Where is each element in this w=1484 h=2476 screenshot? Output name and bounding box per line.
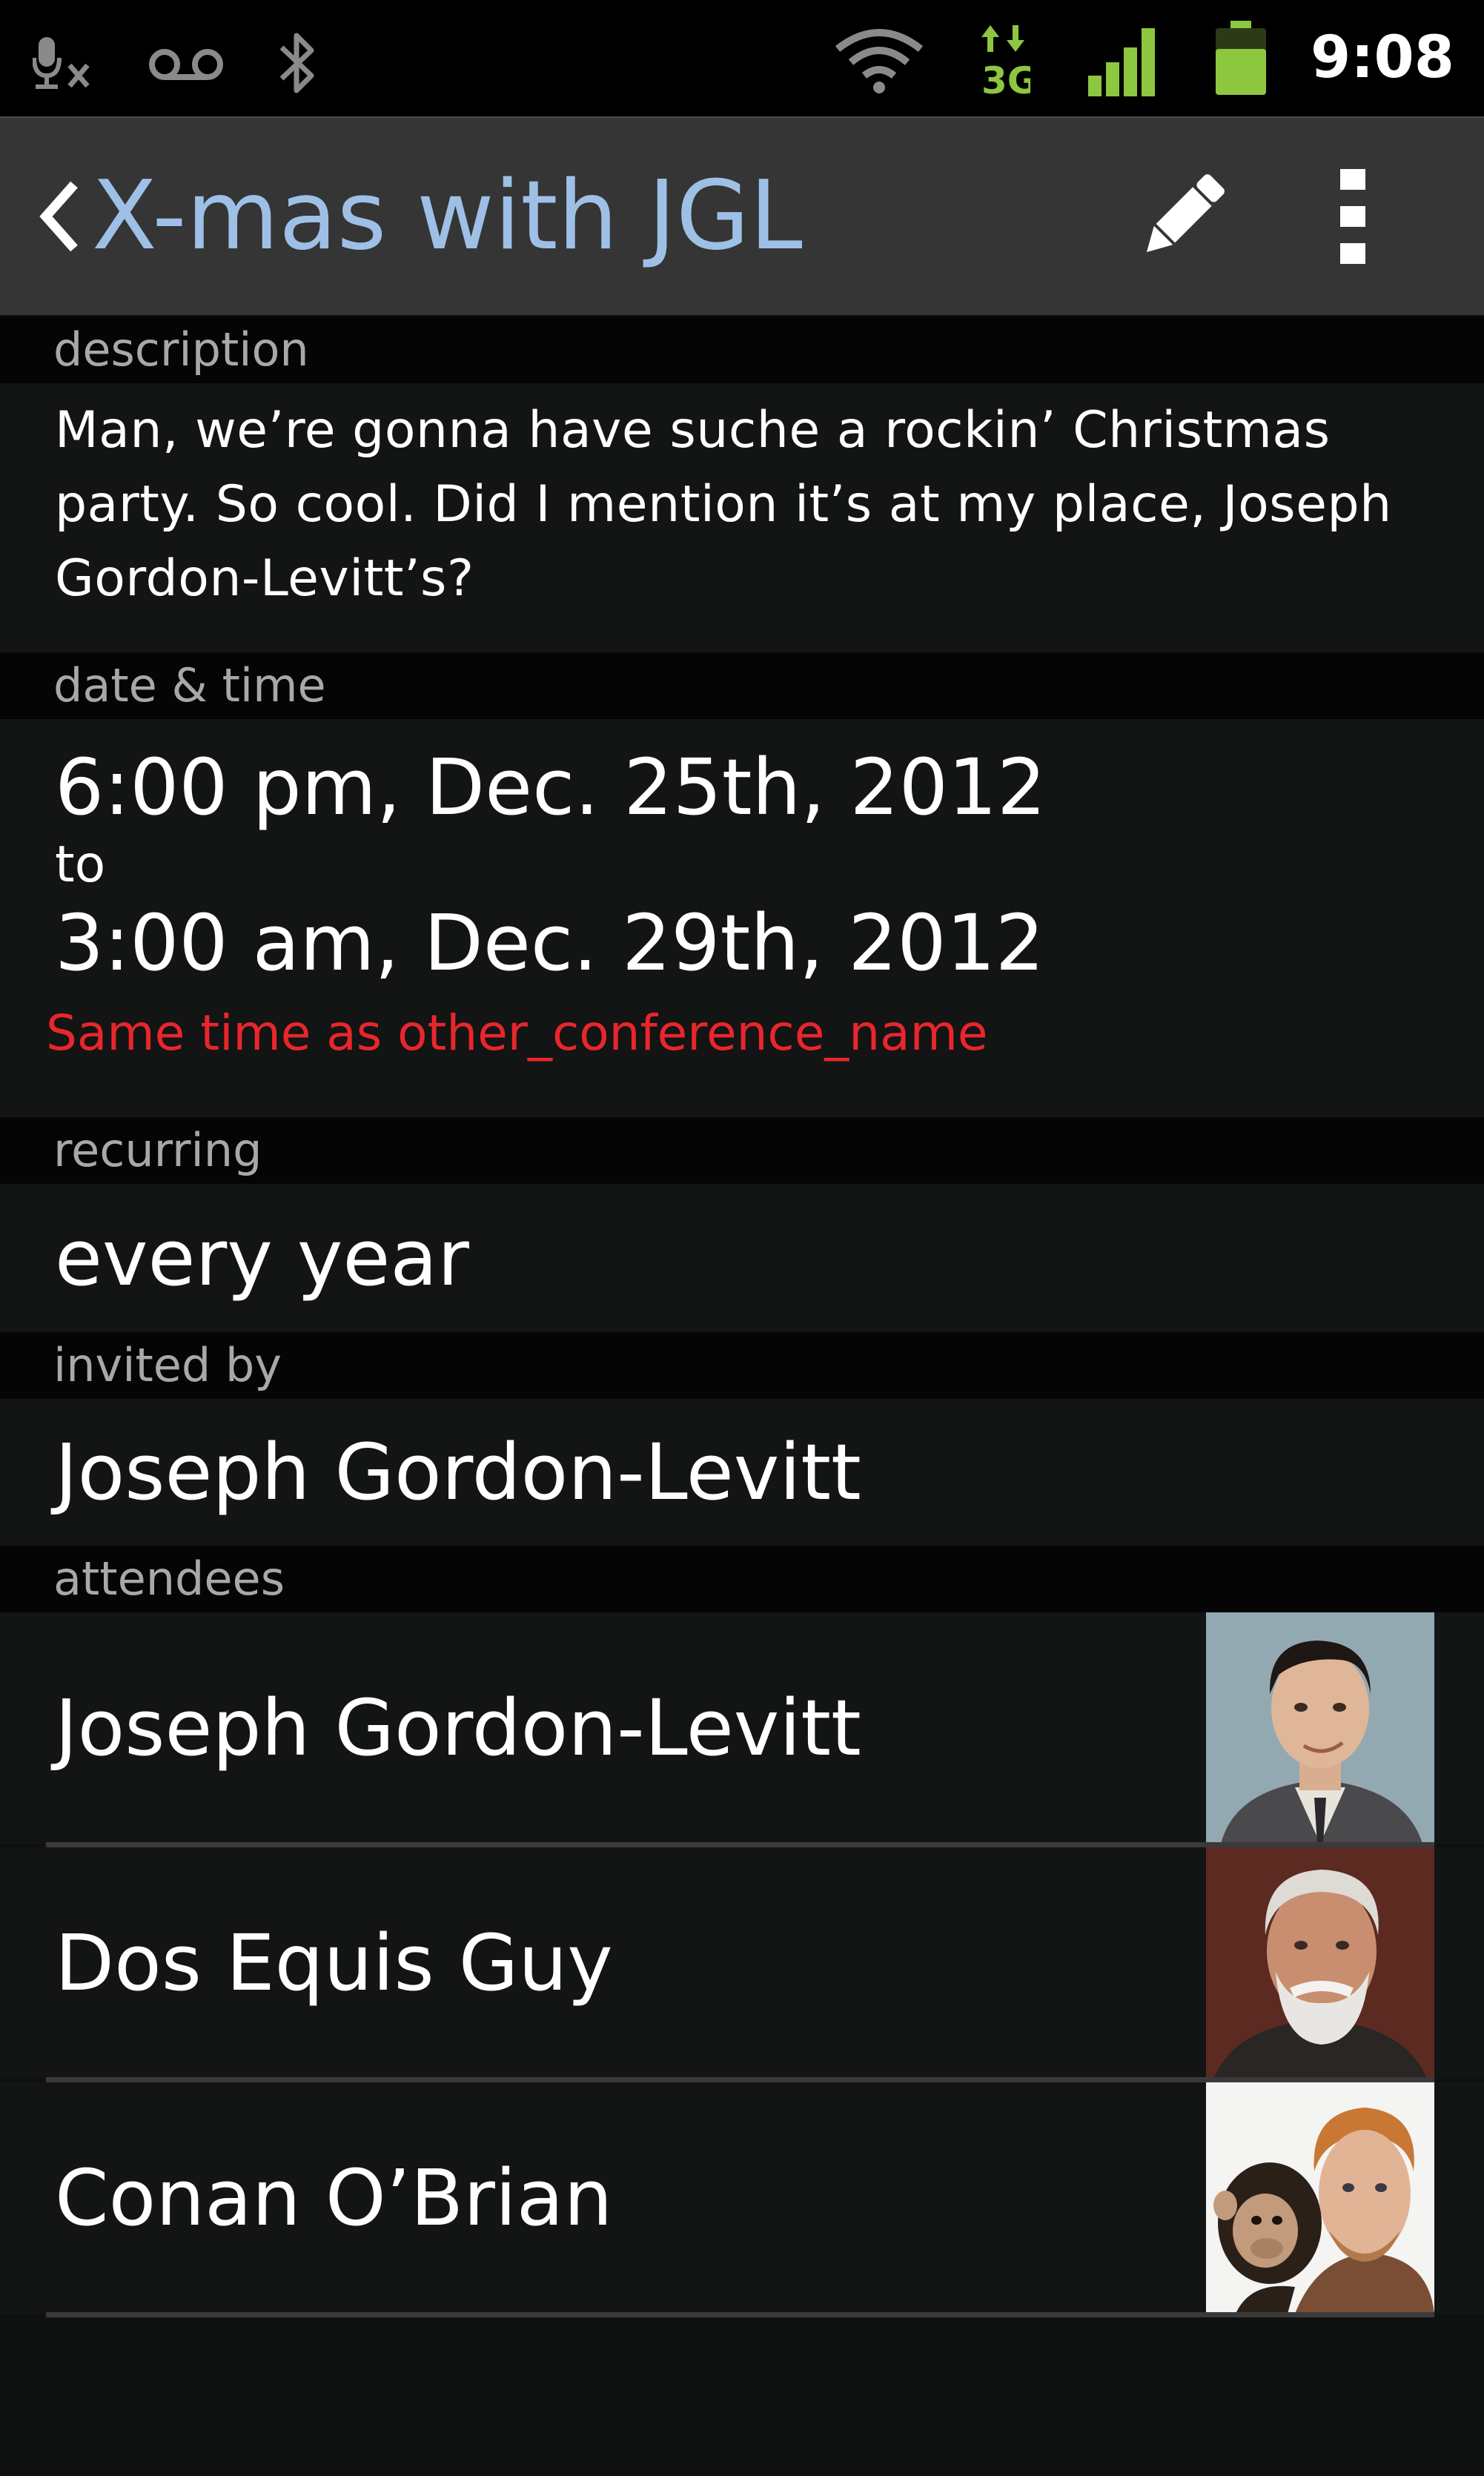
attendee-row[interactable]: Conan O’Brian [0, 2082, 1484, 2314]
attendee-divider [46, 1842, 1434, 1847]
status-clock: 9:08 [1310, 24, 1454, 91]
attendee-photo-joseph-gordon-levitt [1206, 1612, 1434, 1844]
recurring-value: every year [55, 1213, 469, 1303]
attendee-name: Joseph Gordon-Levitt [55, 1683, 861, 1773]
mic-muted-icon [33, 33, 104, 92]
overflow-menu-icon [1334, 165, 1371, 271]
end-datetime: 3:00 am, Dec. 29th, 2012 [55, 898, 1044, 988]
battery-icon [1213, 19, 1269, 98]
signal-icon [1085, 24, 1165, 98]
attendees-header: attendees [0, 1546, 1484, 1612]
recurring-section: every year [0, 1184, 1484, 1332]
schedule-conflict-warning: Same time as other_conference_name [46, 1004, 988, 1062]
bluetooth-icon [276, 30, 320, 96]
attendee-row[interactable]: Dos Equis Guy [0, 1847, 1484, 2079]
invited-by-section: Joseph Gordon-Levitt [0, 1399, 1484, 1546]
to-label: to [55, 835, 106, 894]
date-time-header: date & time [0, 652, 1484, 719]
attendee-photo-conan-obrian [1206, 2082, 1434, 2314]
status-bar: 3G 9:08 [0, 0, 1484, 116]
attendee-row[interactable]: Joseph Gordon-Levitt [0, 1612, 1484, 1844]
date-time-section: 6:00 pm, Dec. 25th, 2012 to 3:00 am, Dec… [0, 719, 1484, 1117]
pencil-icon [1130, 165, 1234, 271]
page-title: X-mas with JGL [92, 161, 803, 271]
recurring-header: recurring [0, 1117, 1484, 1184]
attendee-name: Dos Equis Guy [55, 1918, 613, 2008]
start-datetime: 6:00 pm, Dec. 25th, 2012 [55, 742, 1047, 832]
description-header: description [0, 317, 1484, 383]
voicemail-icon [147, 46, 225, 83]
edit-button[interactable] [1127, 162, 1238, 274]
overflow-menu-button[interactable] [1297, 162, 1408, 274]
inviter-name: Joseph Gordon-Levitt [55, 1427, 861, 1517]
attendee-divider [46, 2312, 1434, 2317]
attendee-name: Conan O’Brian [55, 2153, 613, 2243]
back-button[interactable]: X-mas with JGL [37, 161, 803, 272]
description-text: Man, we’re gonna have suche a rockin’ Ch… [55, 401, 1392, 608]
description-section: Man, we’re gonna have suche a rockin’ Ch… [0, 383, 1484, 652]
action-bar: X-mas with JGL [0, 116, 1484, 315]
network-type-label: 3G [981, 59, 1030, 96]
invited-by-header: invited by [0, 1332, 1484, 1399]
attendee-divider [46, 2077, 1434, 2082]
wifi-icon [835, 22, 924, 96]
data-3g-icon: 3G [978, 22, 1030, 96]
attendee-photo-dos-equis-guy [1206, 1847, 1434, 2079]
chevron-left-icon [37, 176, 82, 257]
